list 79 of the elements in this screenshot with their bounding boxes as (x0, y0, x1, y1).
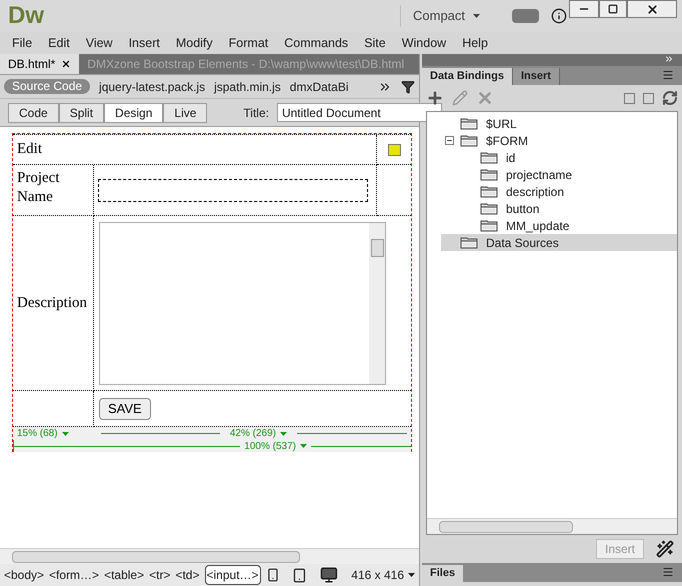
tag-selector[interactable]: <table> (104, 566, 144, 584)
caret-icon (473, 14, 480, 18)
tag-selector[interactable]: <input…> (204, 565, 261, 585)
tree-item[interactable]: projectname (441, 166, 677, 183)
panel-tab[interactable]: Data Bindings (422, 68, 513, 85)
form-heading: Edit (17, 140, 42, 160)
menu-item[interactable]: View (86, 34, 113, 52)
workspace-switcher[interactable]: Compact (400, 5, 492, 27)
tree-item[interactable]: button (441, 200, 677, 217)
related-file[interactable]: jquery-latest.pack.js (99, 78, 206, 96)
view-button[interactable]: Design (104, 102, 164, 122)
tag-selector[interactable]: <tr> (149, 566, 170, 584)
tree-item[interactable]: id (441, 149, 677, 166)
panel-tab[interactable]: Files (422, 565, 464, 582)
info-icon[interactable] (551, 8, 568, 24)
folder-icon (480, 219, 500, 232)
window-size[interactable]: 416 x 416 (351, 566, 415, 584)
tree-item[interactable]: $URL (441, 115, 677, 132)
phone-icon[interactable] (266, 568, 280, 582)
tree-item[interactable]: MM_update (441, 217, 677, 234)
field-label: Project Name (17, 170, 60, 205)
folder-icon (480, 185, 500, 198)
caret-icon (280, 432, 287, 436)
name-field[interactable] (98, 179, 368, 202)
close-button[interactable] (627, 0, 677, 18)
tree-item[interactable]: $FORM (441, 132, 677, 149)
tag-selector[interactable]: <td> (175, 566, 200, 584)
menu-item[interactable]: Window (402, 34, 446, 52)
tag-selector[interactable]: <body> (4, 566, 44, 584)
app-logo: Dw (7, 1, 45, 31)
field-label: Description (17, 294, 87, 313)
folder-icon (480, 202, 500, 215)
menu-item[interactable]: File (12, 34, 32, 52)
title-label: Title: (243, 104, 269, 122)
caret-icon (62, 432, 69, 436)
menu-item[interactable]: Site (364, 34, 386, 52)
description-field[interactable] (99, 222, 386, 385)
caret-icon (300, 444, 307, 448)
scrollbar[interactable] (369, 223, 385, 384)
menu-item[interactable]: Insert (128, 34, 160, 52)
document-tab[interactable]: DB.html* (0, 54, 80, 74)
tablet-icon[interactable] (292, 568, 308, 582)
refresh-icon[interactable] (662, 90, 678, 106)
view-button[interactable]: Live (163, 102, 208, 122)
horizontal-scrollbar[interactable] (427, 518, 677, 534)
panel-menu-icon[interactable] (662, 69, 674, 81)
folder-icon (460, 236, 480, 249)
source-code-button[interactable]: Source Code (4, 79, 90, 94)
title-field[interactable]: Untitled Document (276, 103, 442, 122)
tree-item[interactable]: Data Sources (441, 234, 677, 251)
menu-item[interactable]: Format (228, 34, 268, 52)
menu-item[interactable]: Help (462, 34, 488, 52)
menu-item[interactable]: Commands (284, 34, 348, 52)
menu-item[interactable]: Edit (48, 34, 70, 52)
panel-menu-icon[interactable] (662, 566, 674, 578)
tag-selector[interactable]: <form…> (49, 566, 100, 584)
folder-icon (480, 151, 500, 164)
related-file[interactable]: dmxDataBi (290, 78, 348, 96)
view-button[interactable]: Split (58, 102, 104, 122)
minimize-button[interactable] (569, 0, 599, 18)
folder-icon (480, 168, 500, 181)
caret-icon (408, 573, 415, 577)
desktop-icon[interactable] (320, 566, 338, 584)
panel-tab[interactable]: Insert (512, 68, 560, 85)
save-button[interactable]: SAVE (99, 398, 151, 420)
view-button[interactable]: Code (8, 102, 59, 122)
close-icon[interactable] (61, 59, 72, 69)
maximize-button[interactable] (599, 0, 627, 18)
filter-icon[interactable] (401, 80, 415, 94)
menu-item[interactable]: Modify (176, 34, 213, 52)
wand-icon[interactable] (656, 540, 674, 558)
related-file[interactable]: jspath.min.js (214, 78, 281, 96)
collapse-icon[interactable] (445, 136, 454, 145)
maximize-icon (608, 4, 618, 14)
horizontal-scrollbar[interactable] (0, 548, 419, 564)
close-icon (646, 2, 658, 16)
tree-item[interactable]: description (441, 183, 677, 200)
folder-icon (460, 134, 480, 147)
folder-icon (460, 117, 480, 130)
